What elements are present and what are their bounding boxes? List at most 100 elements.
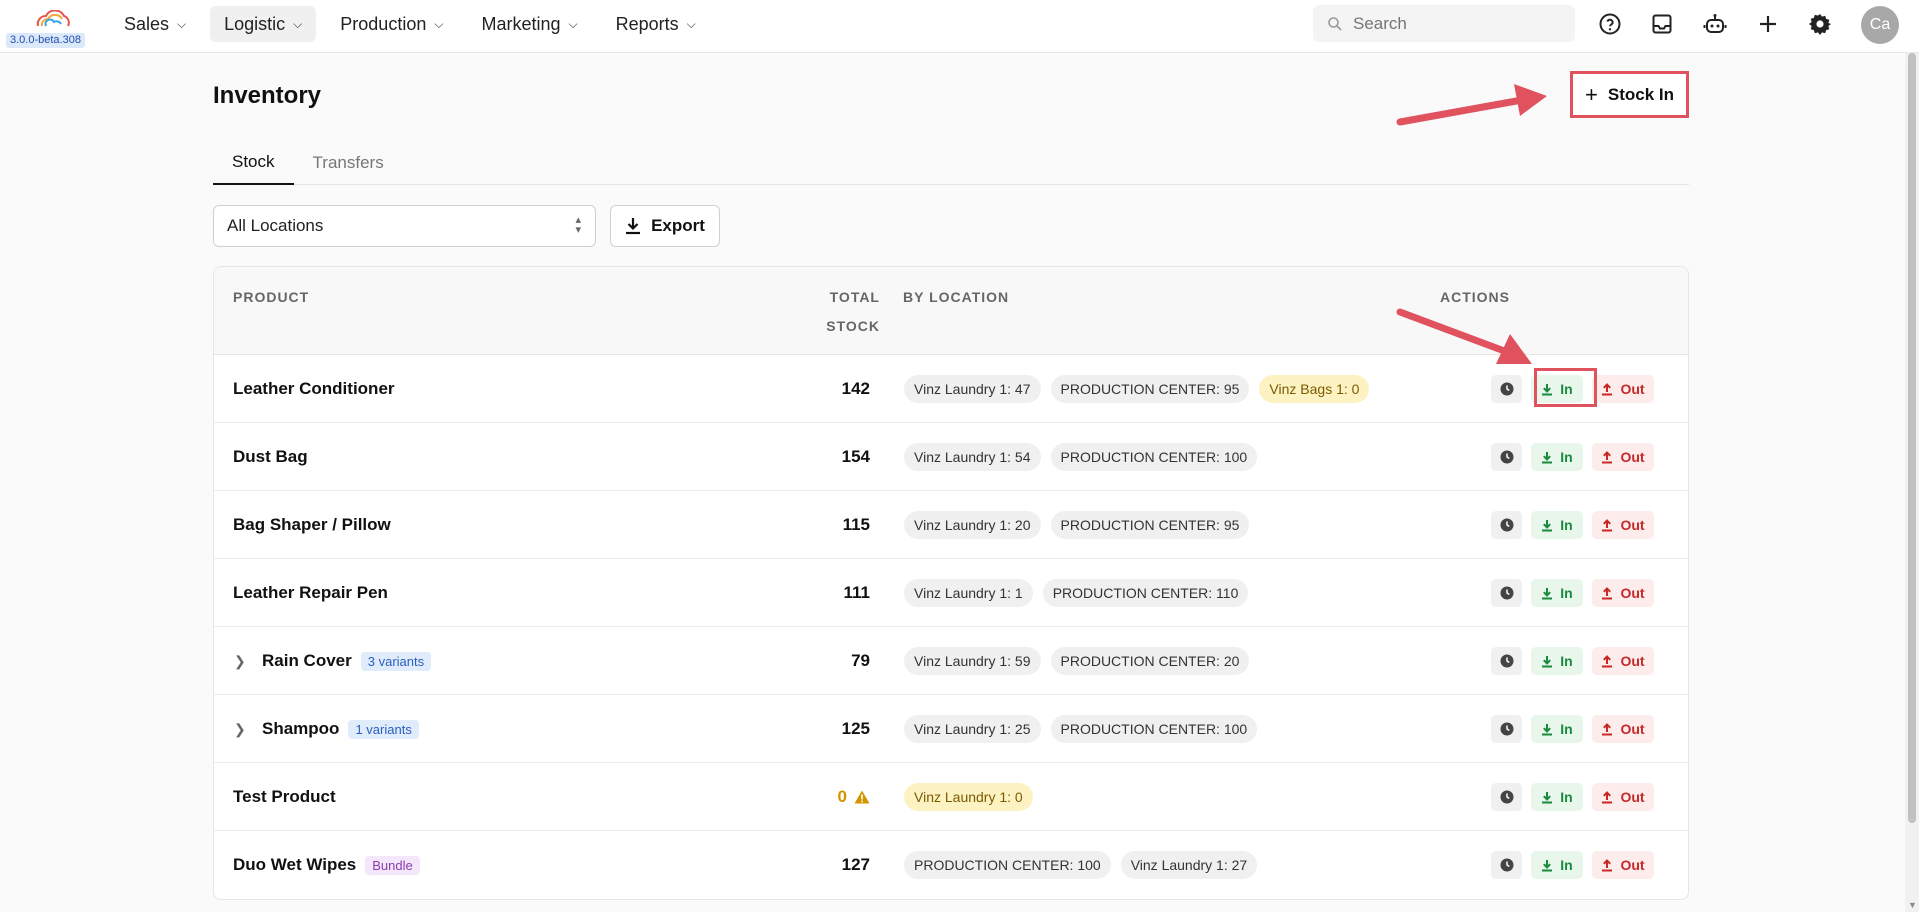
upload-icon xyxy=(1602,450,1613,463)
upload-icon xyxy=(1602,586,1613,599)
stock-in-row-button[interactable]: In xyxy=(1531,443,1583,471)
table-row[interactable]: Leather Conditioner 142 Vinz Laundry 1: 47… xyxy=(214,355,1688,423)
inbox-icon[interactable] xyxy=(1650,12,1674,36)
main-nav: Sales ⌵ Logistic ⌵ Production ⌵ Marketing ⌵ … xyxy=(110,6,720,42)
row-actions: In Out xyxy=(1491,695,1654,763)
header-total-line1: TOTAL xyxy=(829,289,880,305)
stock-in-row-button[interactable]: In xyxy=(1531,647,1583,675)
stock-in-row-button[interactable]: In xyxy=(1531,783,1583,811)
stock-in-row-button[interactable]: In xyxy=(1531,375,1583,403)
location-select-value: All Locations xyxy=(227,216,324,235)
stock-out-row-button[interactable]: Out xyxy=(1592,511,1654,539)
out-label: Out xyxy=(1620,585,1645,601)
app-logo-icon[interactable] xyxy=(34,10,72,30)
variants-badge: 1 variants xyxy=(348,719,419,739)
gear-icon[interactable] xyxy=(1808,12,1832,36)
download-icon xyxy=(1542,791,1553,803)
stock-out-row-button[interactable]: Out xyxy=(1592,443,1654,471)
history-button[interactable] xyxy=(1491,375,1522,403)
row-actions: In Out xyxy=(1491,423,1654,491)
inventory-tabs: Stock Transfers xyxy=(213,140,1689,185)
tab-stock[interactable]: Stock xyxy=(213,140,294,185)
export-button[interactable]: Export xyxy=(610,205,720,247)
download-icon xyxy=(1542,587,1553,599)
stock-in-row-button[interactable]: In xyxy=(1531,579,1583,607)
stock-in-button[interactable]: + Stock In xyxy=(1570,71,1689,118)
nav-sales-label: Sales xyxy=(124,13,170,34)
history-button[interactable] xyxy=(1491,647,1522,675)
history-button[interactable] xyxy=(1491,715,1522,743)
history-button[interactable] xyxy=(1491,579,1522,607)
product-name: Shampoo xyxy=(262,719,340,738)
search-input[interactable] xyxy=(1353,13,1553,34)
total-stock-value: 125 xyxy=(841,719,870,738)
warning-icon xyxy=(854,790,870,804)
upload-icon xyxy=(1602,858,1613,871)
table-row[interactable]: Bag Shaper / Pillow 115 Vinz Laundry 1: 20… xyxy=(214,491,1688,559)
chevron-right-icon[interactable]: ❯ xyxy=(234,695,246,763)
location-chip: Vinz Laundry 1: 59 xyxy=(904,647,1041,675)
chevron-right-icon[interactable]: ❯ xyxy=(234,627,246,695)
stock-out-row-button[interactable]: Out xyxy=(1592,715,1654,743)
plus-icon[interactable] xyxy=(1756,12,1780,36)
nav-logistic[interactable]: Logistic ⌵ xyxy=(210,6,317,42)
table-row[interactable]: Leather Repair Pen 111 Vinz Laundry 1: 1 PR… xyxy=(214,559,1688,627)
row-actions: In Out xyxy=(1491,831,1654,899)
out-label: Out xyxy=(1620,381,1645,397)
out-label: Out xyxy=(1620,653,1645,669)
total-stock-value: 142 xyxy=(841,379,870,398)
stock-in-row-button[interactable]: In xyxy=(1531,851,1583,879)
product-name-cell: Bag Shaper / Pillow xyxy=(233,491,391,559)
stock-out-row-button[interactable]: Out xyxy=(1592,375,1654,403)
row-actions: In Out xyxy=(1491,559,1654,627)
history-button[interactable] xyxy=(1491,851,1522,879)
nav-reports[interactable]: Reports ⌵ xyxy=(602,6,710,42)
header-product: PRODUCT xyxy=(233,289,310,305)
product-name-cell: Duo Wet Wipes Bundle xyxy=(233,831,420,899)
header-total: TOTAL STOCK xyxy=(820,283,880,341)
search-box[interactable] xyxy=(1313,5,1575,42)
nav-production[interactable]: Production ⌵ xyxy=(326,6,457,42)
nav-marketing[interactable]: Marketing ⌵ xyxy=(467,6,591,42)
table-row[interactable]: Duo Wet Wipes Bundle 127 PRODUCTION CENTER:… xyxy=(214,831,1688,899)
product-name-cell: Test Product xyxy=(233,763,336,831)
nav-reports-label: Reports xyxy=(615,13,679,34)
help-icon[interactable] xyxy=(1598,12,1622,36)
table-row[interactable]: Test Product 0 Vinz Laundry 1: 0 In Out xyxy=(214,763,1688,831)
product-name-cell: Rain Cover 3 variants xyxy=(262,627,432,695)
total-stock-cell: 79 xyxy=(851,627,870,695)
location-select[interactable]: All Locations ▴ ▾ xyxy=(213,205,596,247)
stock-out-row-button[interactable]: Out xyxy=(1592,783,1654,811)
clock-icon xyxy=(1500,586,1513,600)
in-label: In xyxy=(1560,517,1573,533)
table-row[interactable]: ❯ Rain Cover 3 variants 79 Vinz Laundry 1: 5… xyxy=(214,627,1688,695)
stock-out-row-button[interactable]: Out xyxy=(1592,647,1654,675)
history-button[interactable] xyxy=(1491,443,1522,471)
header-total-line2: STOCK xyxy=(826,318,880,334)
stock-in-row-button[interactable]: In xyxy=(1531,715,1583,743)
stock-out-row-button[interactable]: Out xyxy=(1592,579,1654,607)
table-row[interactable]: ❯ Shampoo 1 variants 125 Vinz Laundry 1: 25 P… xyxy=(214,695,1688,763)
history-button[interactable] xyxy=(1491,783,1522,811)
download-icon xyxy=(1542,723,1553,735)
clock-icon xyxy=(1500,858,1513,872)
search-icon xyxy=(1328,16,1342,31)
table-row[interactable]: Dust Bag 154 Vinz Laundry 1: 54 PRODUCTION … xyxy=(214,423,1688,491)
upload-icon xyxy=(1602,722,1613,735)
location-chip: PRODUCTION CENTER: 95 xyxy=(1050,511,1250,539)
tab-transfers[interactable]: Transfers xyxy=(294,140,403,185)
stock-in-row-button[interactable]: In xyxy=(1531,511,1583,539)
scrollbar-thumb[interactable] xyxy=(1908,53,1916,823)
robot-icon[interactable] xyxy=(1703,12,1727,36)
location-chips: Vinz Laundry 1: 59 PRODUCTION CENTER: 20 xyxy=(904,627,1259,695)
scroll-down-arrow-icon[interactable]: ▼ xyxy=(1908,900,1917,910)
header-by-location: BY LOCATION xyxy=(903,289,1010,305)
page-scrollbar[interactable]: ▼ xyxy=(1905,53,1919,912)
nav-marketing-label: Marketing xyxy=(481,13,561,34)
user-avatar[interactable]: Ca xyxy=(1861,6,1899,44)
history-button[interactable] xyxy=(1491,511,1522,539)
total-stock-cell: 115 xyxy=(843,491,870,559)
clock-icon xyxy=(1500,450,1513,464)
stock-out-row-button[interactable]: Out xyxy=(1592,851,1654,879)
nav-sales[interactable]: Sales ⌵ xyxy=(110,6,200,42)
